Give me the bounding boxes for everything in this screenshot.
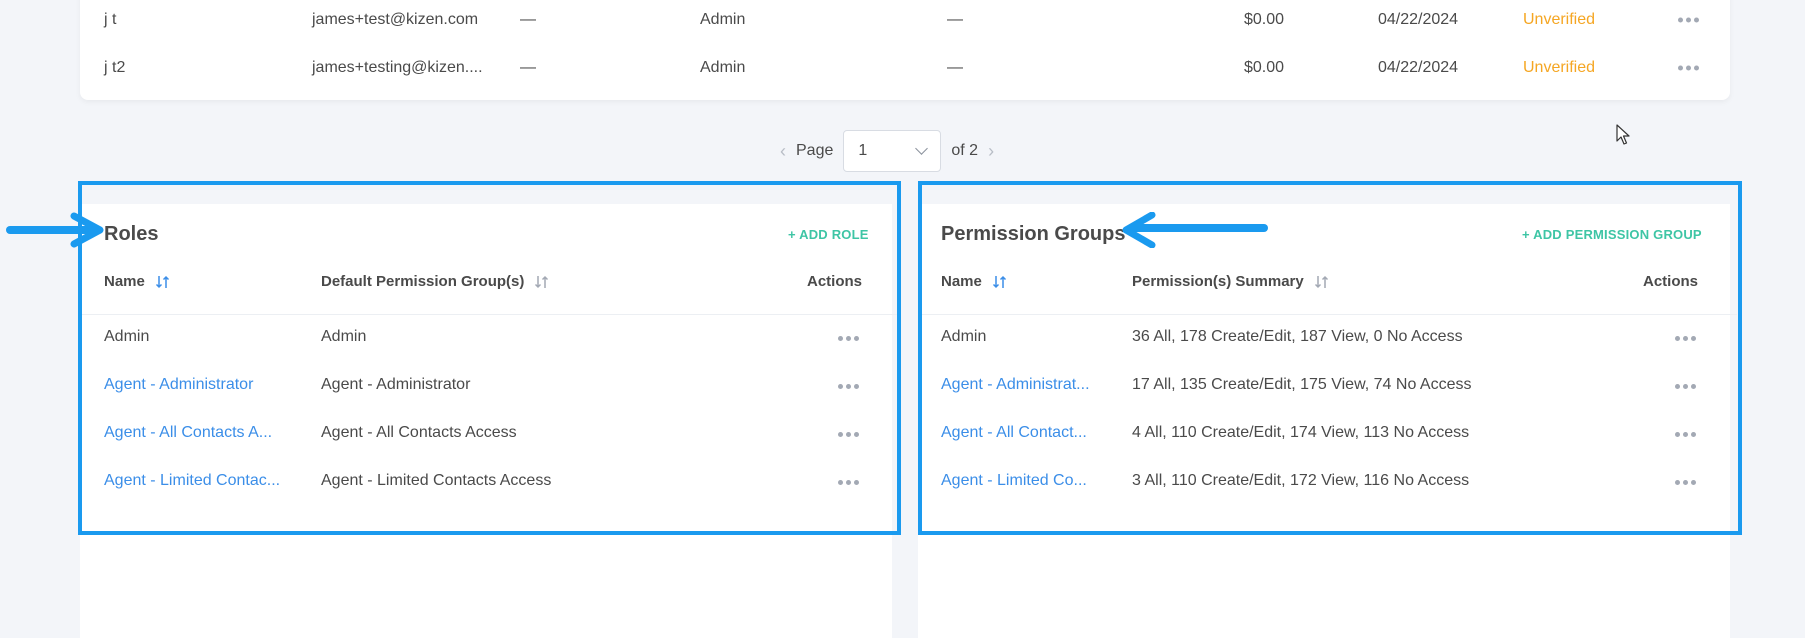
column-header-name[interactable]: Name: [104, 273, 171, 290]
column-label: Name: [941, 273, 982, 290]
user-role: Admin: [700, 59, 746, 76]
user-date: 04/22/2024: [1378, 59, 1459, 76]
user-amount: $0.00: [1244, 59, 1285, 76]
more-actions-icon[interactable]: [1678, 17, 1699, 23]
permissions-summary: 4 All, 110 Create/Edit, 174 View, 113 No…: [1132, 424, 1470, 441]
role-group: Agent - All Contacts Access: [321, 424, 517, 441]
role-name-link[interactable]: Agent - Limited Contac...: [104, 472, 280, 490]
users-table: j t james+test@kizen.com — Admin — $0.00…: [80, 0, 1730, 100]
more-actions-icon[interactable]: [838, 480, 859, 485]
roles-title: Roles: [104, 223, 159, 245]
more-actions-icon[interactable]: [1675, 432, 1696, 437]
more-actions-icon[interactable]: [1678, 65, 1699, 71]
sort-icon[interactable]: [1314, 274, 1330, 290]
user-name: j t2: [104, 59, 126, 76]
user-role: Admin: [700, 11, 746, 28]
permissions-summary: 3 All, 110 Create/Edit, 172 View, 116 No…: [1132, 472, 1470, 489]
status-badge: Unverified: [1523, 11, 1596, 28]
empty-value: —: [520, 59, 536, 76]
divider: [922, 314, 1737, 315]
arrow-annotation-icon: [1122, 212, 1268, 248]
role-group: Agent - Limited Contacts Access: [321, 472, 552, 489]
user-date: 04/22/2024: [1378, 11, 1459, 28]
group-name-link[interactable]: Agent - Administrat...: [941, 376, 1090, 394]
user-email: james+test@kizen.com: [312, 11, 479, 28]
empty-value: —: [520, 11, 536, 28]
more-actions-icon[interactable]: [1675, 480, 1696, 485]
role-group: Admin: [321, 328, 367, 345]
user-name: j t: [104, 11, 117, 28]
more-actions-icon[interactable]: [1675, 336, 1696, 341]
permissions-summary: 36 All, 178 Create/Edit, 187 View, 0 No …: [1132, 328, 1463, 345]
column-header-name[interactable]: Name: [941, 273, 1008, 290]
column-label: Permission(s) Summary: [1132, 273, 1304, 290]
more-actions-icon[interactable]: [838, 336, 859, 341]
column-header-actions: Actions: [807, 273, 863, 290]
chevron-left-icon[interactable]: ‹: [780, 141, 786, 162]
empty-value: —: [947, 59, 963, 76]
more-actions-icon[interactable]: [838, 384, 859, 389]
status-badge: Unverified: [1523, 59, 1596, 76]
table-row[interactable]: j t james+test@kizen.com — Admin — $0.00…: [80, 0, 1730, 44]
column-label: Name: [104, 273, 145, 290]
user-email: james+testing@kizen....: [312, 59, 483, 76]
column-header-permissions-summary[interactable]: Permission(s) Summary: [1132, 273, 1330, 290]
role-name: Admin: [104, 328, 150, 345]
page-label: Page: [796, 142, 834, 159]
empty-value: —: [947, 11, 963, 28]
add-permission-group-button[interactable]: + ADD PERMISSION GROUP: [1522, 227, 1702, 242]
page-count: of 2: [951, 142, 979, 159]
role-group: Agent - Administrator: [321, 376, 471, 393]
sort-icon[interactable]: [534, 274, 550, 290]
group-name: Admin: [941, 328, 987, 345]
column-header-default-group[interactable]: Default Permission Group(s): [321, 273, 550, 290]
permissions-summary: 17 All, 135 Create/Edit, 175 View, 74 No…: [1132, 376, 1472, 393]
column-label: Default Permission Group(s): [321, 273, 525, 290]
sort-icon[interactable]: [155, 274, 171, 290]
user-amount: $0.00: [1244, 11, 1285, 28]
mouse-cursor-icon: [1616, 124, 1630, 145]
sort-icon[interactable]: [992, 274, 1008, 290]
column-header-actions: Actions: [1643, 273, 1699, 290]
current-page: 1: [858, 142, 868, 159]
add-role-button[interactable]: + ADD ROLE: [788, 227, 869, 242]
more-actions-icon[interactable]: [838, 432, 859, 437]
divider: [82, 314, 897, 315]
table-row[interactable]: j t2 james+testing@kizen.... — Admin — $…: [80, 44, 1730, 92]
role-name-link[interactable]: Agent - All Contacts A...: [104, 424, 272, 442]
arrow-annotation-icon: [6, 212, 104, 248]
group-name-link[interactable]: Agent - Limited Co...: [941, 472, 1087, 490]
chevron-right-icon[interactable]: ›: [988, 141, 994, 162]
pagination: ‹ Page 1 of 2 ›: [780, 130, 994, 172]
chevron-down-icon: [915, 142, 929, 155]
more-actions-icon[interactable]: [1675, 384, 1696, 389]
role-name-link[interactable]: Agent - Administrator: [104, 376, 253, 394]
permission-groups-title: Permission Groups: [941, 223, 1126, 245]
group-name-link[interactable]: Agent - All Contact...: [941, 424, 1087, 442]
page-select[interactable]: 1: [843, 130, 942, 172]
